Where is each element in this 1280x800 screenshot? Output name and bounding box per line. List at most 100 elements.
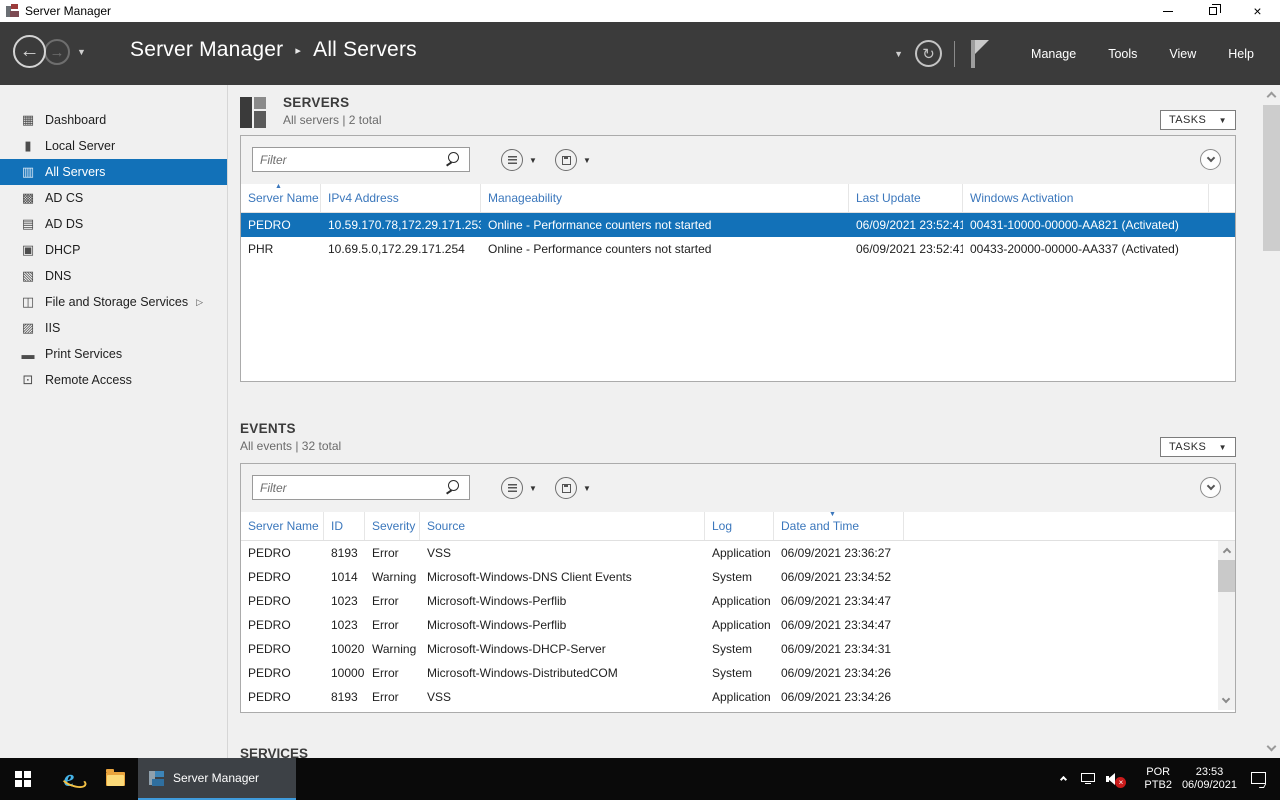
events-scrollbar-thumb[interactable] — [1218, 560, 1235, 592]
ad-ds-icon: ▤ — [20, 216, 36, 232]
menu-help[interactable]: Help — [1212, 37, 1270, 71]
servers-filter-input[interactable] — [253, 153, 445, 167]
events-query-button[interactable] — [501, 477, 523, 499]
table-row[interactable]: PEDRO1014WarningMicrosoft-Windows-DNS Cl… — [241, 565, 1235, 589]
sort-asc-icon: ▲ — [275, 183, 282, 190]
network-icon[interactable] — [1081, 773, 1098, 786]
chevron-down-icon — [1206, 154, 1214, 162]
sidebar-item-dashboard[interactable]: ▦ Dashboard — [0, 107, 227, 133]
column-log[interactable]: Log — [705, 512, 774, 540]
column-source[interactable]: Source — [420, 512, 705, 540]
sidebar-item-all-servers[interactable]: ▥All Servers — [0, 159, 227, 185]
events-table-header: Server Name ID Severity Source Log ▼Date… — [241, 512, 1235, 541]
refresh-button[interactable]: ↻ — [915, 40, 942, 67]
table-row[interactable]: PEDRO 10.59.170.78,172.29.171.253 Online… — [241, 213, 1235, 237]
events-filter-input[interactable] — [253, 481, 445, 495]
menu-tools[interactable]: Tools — [1092, 37, 1153, 71]
breadcrumb-root[interactable]: Server Manager — [130, 38, 283, 62]
forward-button[interactable]: → — [44, 39, 70, 65]
clock[interactable]: 23:53 06/09/2021 — [1182, 766, 1237, 792]
events-scrollbar[interactable] — [1218, 541, 1235, 710]
column-date-and-time[interactable]: ▼Date and Time — [774, 512, 904, 540]
events-collapse-button[interactable] — [1200, 477, 1221, 498]
sidebar-item-remote-access[interactable]: ⊡Remote Access — [0, 367, 227, 393]
taskbar-server-manager-button[interactable]: Server Manager — [138, 758, 296, 800]
column-id[interactable]: ID — [324, 512, 365, 540]
all-servers-icon: ▥ — [20, 164, 36, 180]
column-windows-activation[interactable]: Windows Activation — [963, 184, 1209, 212]
sidebar-item-print-services[interactable]: ▬Print Services — [0, 341, 227, 367]
sidebar-item-iis[interactable]: ▨ IIS — [0, 315, 227, 341]
events-panel: ▼ ▼ Server Name ID Severity Source Log ▼… — [240, 463, 1236, 713]
servers-section-subtitle: All servers | 2 total — [283, 113, 381, 127]
iis-icon: ▨ — [20, 320, 36, 336]
servers-query-button[interactable] — [501, 149, 523, 171]
history-dropdown[interactable]: ▼ — [77, 47, 86, 57]
events-save-query-button[interactable] — [555, 477, 577, 499]
minimize-button[interactable] — [1145, 0, 1190, 22]
language-indicator[interactable]: POR PTB2 — [1144, 766, 1172, 792]
tray-date: 06/09/2021 — [1182, 779, 1237, 792]
taskbar-app-label: Server Manager — [173, 771, 259, 785]
table-row[interactable]: PEDRO1023ErrorMicrosoft-Windows-PerflibA… — [241, 589, 1235, 613]
volume-muted-icon[interactable]: × — [1106, 771, 1126, 787]
table-row[interactable]: PEDRO10000ErrorMicrosoft-Windows-Distrib… — [241, 661, 1235, 685]
action-center-icon[interactable] — [1251, 772, 1268, 787]
table-row[interactable]: PEDRO8193ErrorVSSApplication06/09/2021 2… — [241, 541, 1235, 565]
sidebar-item-label: IIS — [45, 321, 60, 335]
column-last-update[interactable]: Last Update — [849, 184, 963, 212]
sidebar-item-local-server[interactable]: ▮ Local Server — [0, 133, 227, 159]
sidebar-item-label: DHCP — [45, 243, 80, 257]
servers-collapse-button[interactable] — [1200, 149, 1221, 170]
table-row[interactable]: PEDRO8193ErrorVSSApplication06/09/2021 2… — [241, 685, 1235, 709]
events-query-caret-icon[interactable]: ▼ — [529, 484, 537, 493]
column-manageability[interactable]: Manageability — [481, 184, 849, 212]
servers-save-query-button[interactable] — [555, 149, 577, 171]
sidebar-item-label: Local Server — [45, 139, 115, 153]
table-row[interactable]: PHR 10.69.5.0,172.29.171.254 Online - Pe… — [241, 237, 1235, 261]
minimize-icon — [1163, 11, 1173, 12]
sidebar-item-file-storage-services[interactable]: ◫File and Storage Services▷ — [0, 289, 227, 315]
tray-expand-button[interactable] — [1053, 777, 1073, 782]
servers-save-caret-icon[interactable]: ▼ — [583, 156, 591, 165]
sidebar-item-label: Dashboard — [45, 113, 106, 127]
local-server-icon: ▮ — [20, 138, 36, 154]
toolbar-divider — [954, 41, 955, 67]
events-rows: PEDRO8193ErrorVSSApplication06/09/2021 2… — [241, 541, 1235, 710]
sidebar-item-dhcp[interactable]: ▣ DHCP — [0, 237, 227, 263]
scroll-down-icon[interactable] — [1267, 742, 1277, 752]
servers-tasks-button[interactable]: TASKS ▼ — [1160, 110, 1236, 130]
column-severity[interactable]: Severity — [365, 512, 420, 540]
table-row[interactable]: PEDRO10020WarningMicrosoft-Windows-DHCP-… — [241, 637, 1235, 661]
services-section-title: SERVICES — [240, 746, 308, 758]
internet-explorer-button[interactable]: e — [46, 758, 92, 800]
column-server-name[interactable]: ▲Server Name — [241, 184, 321, 212]
scroll-down-icon[interactable] — [1222, 695, 1230, 703]
dashboard-icon: ▦ — [20, 112, 36, 128]
sidebar-item-ad-cs[interactable]: ▩AD CS — [0, 185, 227, 211]
notifications-dropdown[interactable]: ▼ — [894, 49, 903, 59]
servers-query-caret-icon[interactable]: ▼ — [529, 156, 537, 165]
scroll-up-icon[interactable] — [1222, 548, 1230, 556]
menu-view[interactable]: View — [1153, 37, 1212, 71]
notifications-flag-button[interactable] — [969, 39, 993, 69]
sidebar-item-dns[interactable]: ▧DNS — [0, 263, 227, 289]
taskbar: e Server Manager × POR PTB2 23:53 06/09/… — [0, 758, 1280, 800]
main-scrollbar-thumb[interactable] — [1263, 105, 1280, 251]
events-tasks-button[interactable]: TASKS ▼ — [1160, 437, 1236, 457]
restore-button[interactable] — [1190, 0, 1235, 22]
column-ipv4-address[interactable]: IPv4 Address — [321, 184, 481, 212]
menu-manage[interactable]: Manage — [1015, 37, 1092, 71]
sidebar-item-ad-ds[interactable]: ▤AD DS — [0, 211, 227, 237]
column-server-name[interactable]: Server Name — [241, 512, 324, 540]
table-row[interactable]: PEDRO1023ErrorMicrosoft-Windows-PerflibA… — [241, 613, 1235, 637]
back-button[interactable]: ← — [13, 35, 46, 68]
events-save-caret-icon[interactable]: ▼ — [583, 484, 591, 493]
file-explorer-button[interactable] — [92, 758, 138, 800]
main-scrollbar[interactable] — [1263, 85, 1280, 758]
sort-desc-icon: ▼ — [829, 511, 836, 518]
scroll-up-icon[interactable] — [1267, 92, 1277, 102]
dhcp-icon: ▣ — [20, 242, 36, 258]
start-button[interactable] — [0, 758, 46, 800]
close-button[interactable]: × — [1235, 0, 1280, 22]
